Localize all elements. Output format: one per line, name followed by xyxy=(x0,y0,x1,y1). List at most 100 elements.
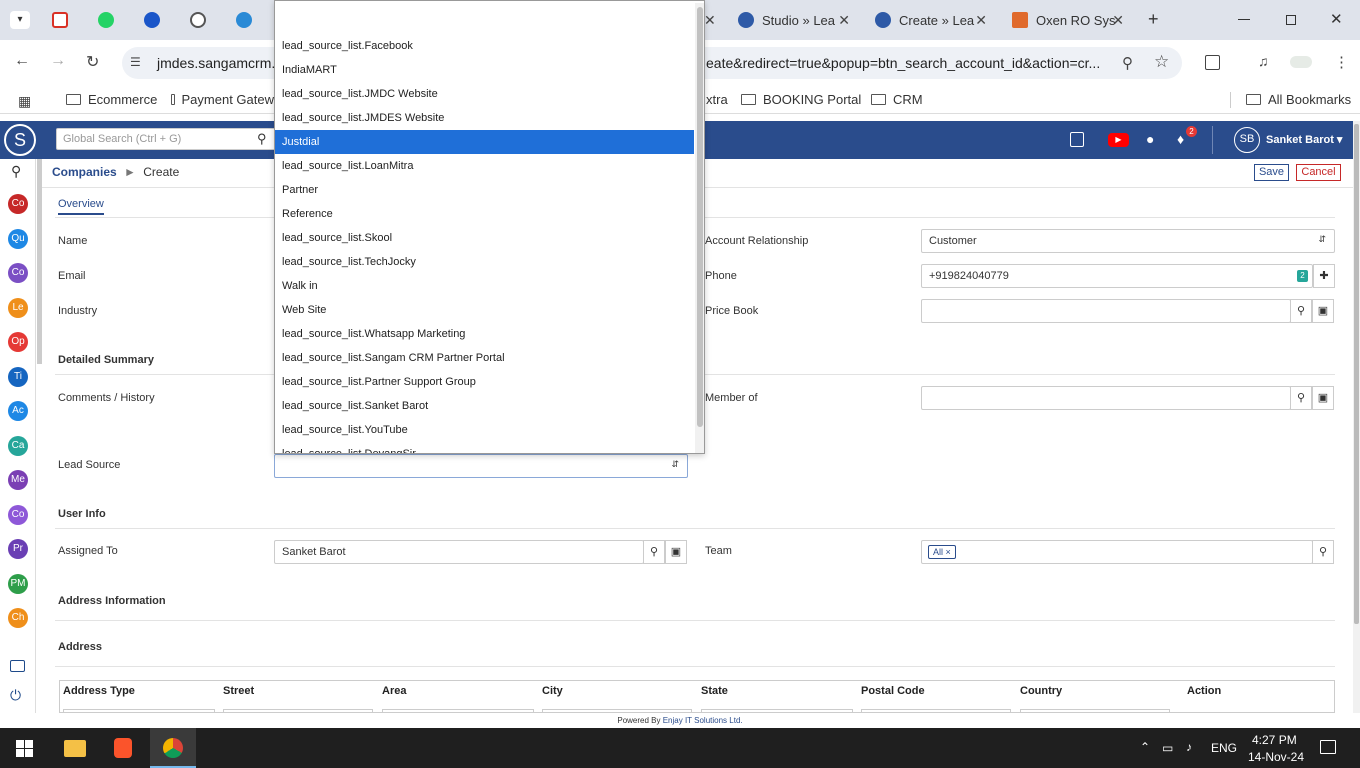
window-close-icon[interactable]: ✕ xyxy=(1330,10,1343,28)
close-icon[interactable]: ✕ xyxy=(975,12,987,29)
all-bookmarks[interactable]: All Bookmarks xyxy=(1246,92,1351,107)
search-icon[interactable]: ⚲ xyxy=(257,131,267,147)
lead-source-option[interactable]: lead_source_list.Whatsapp Marketing xyxy=(275,322,694,346)
media-icon[interactable]: ♫ xyxy=(1258,53,1269,69)
file-explorer-icon[interactable] xyxy=(64,740,86,757)
lead-source-option[interactable]: lead_source_list.YouTube xyxy=(275,418,694,442)
back-icon[interactable]: ← xyxy=(14,52,30,70)
bell-icon[interactable]: ♦ xyxy=(1177,131,1184,147)
lead-source-option[interactable]: lead_source_list.Facebook xyxy=(275,34,694,58)
lead-source-option[interactable]: Reference xyxy=(275,202,694,226)
tab-oxen[interactable]: Oxen RO Sys ✕ xyxy=(1012,7,1124,33)
chatgpt-icon[interactable] xyxy=(190,12,206,28)
sidebar-item-9[interactable]: Co xyxy=(8,504,28,525)
breadcrumb-companies[interactable]: Companies xyxy=(52,165,117,179)
lead-source-option[interactable]: lead_source_list.LoanMitra xyxy=(275,154,694,178)
lead-source-dropdown[interactable]: lead_source_list.Facebook IndiaMART lead_s… xyxy=(274,0,705,454)
sidebar-item-0[interactable]: Co xyxy=(8,194,28,214)
page-scrollbar-thumb[interactable] xyxy=(1354,124,1359,624)
sidebar-item-12[interactable]: Ch xyxy=(8,608,28,628)
price-book-field[interactable] xyxy=(921,299,1291,323)
lead-source-option[interactable]: lead_source_list.DevangSir xyxy=(275,442,694,453)
avatar[interactable]: SB xyxy=(1234,127,1260,153)
sidebar-search-icon[interactable]: ⚲ xyxy=(11,163,21,180)
apps-icon[interactable]: ▦ xyxy=(18,93,31,110)
phone-field[interactable]: +919824040779 2 xyxy=(921,264,1313,288)
site-info-icon[interactable]: ☰ xyxy=(130,55,146,69)
new-tab-button[interactable]: + xyxy=(1148,9,1159,30)
price-book-clear-icon[interactable]: ▣ xyxy=(1312,299,1334,323)
sidebar-item-5[interactable]: Ti xyxy=(8,366,28,387)
gmail-icon[interactable] xyxy=(52,12,68,28)
sidebar-item-2[interactable]: Co xyxy=(8,263,28,283)
bookmark-payment-gateway[interactable]: Payment Gatew xyxy=(171,92,274,107)
close-icon[interactable]: ✕ xyxy=(838,12,850,29)
lead-source-option[interactable]: IndiaMART xyxy=(275,58,694,82)
menu-icon[interactable]: ⋮ xyxy=(1334,53,1349,71)
clock-date[interactable]: 14-Nov-24 xyxy=(1248,750,1304,764)
member-of-search-icon[interactable]: ⚲ xyxy=(1290,386,1312,410)
forward-icon[interactable]: → xyxy=(50,52,66,70)
user-menu[interactable]: Sanket Barot ▾ xyxy=(1266,133,1342,146)
app-logo-icon[interactable]: S xyxy=(4,124,36,156)
youtube-icon[interactable]: ▶ xyxy=(1108,133,1129,147)
lead-source-option[interactable]: lead_source_list.JMDES Website xyxy=(275,106,694,130)
cancel-button[interactable]: Cancel xyxy=(1296,164,1341,181)
sidebar-item-6[interactable]: Ac xyxy=(8,401,28,421)
close-icon[interactable]: ✕ xyxy=(1112,12,1124,29)
notifications-icon[interactable] xyxy=(1320,740,1336,754)
tab-studio[interactable]: Studio » Lea ✕ xyxy=(738,7,850,33)
chat-icon[interactable] xyxy=(144,12,160,28)
bookmark-booking-portal[interactable]: BOOKING Portal xyxy=(741,92,861,107)
remove-tag-icon[interactable]: × xyxy=(946,547,951,557)
power-icon[interactable]: ⏻ xyxy=(10,687,21,704)
bookmark-extra[interactable]: xtra xyxy=(706,92,728,107)
volume-icon[interactable]: ♪ xyxy=(1186,740,1192,754)
sidebar-item-8[interactable]: Me xyxy=(8,470,28,490)
zoom-icon[interactable]: ⚲ xyxy=(1122,54,1133,72)
windows-start-icon[interactable] xyxy=(16,740,33,757)
sidebar-item-7[interactable]: Ca xyxy=(8,435,28,456)
lead-source-option[interactable]: lead_source_list.Sanket Barot xyxy=(275,394,694,418)
lead-source-option[interactable]: Web Site xyxy=(275,298,694,322)
tab-create[interactable]: Create » Lea ✕ xyxy=(875,7,987,33)
member-of-field[interactable] xyxy=(921,386,1291,410)
minimize-icon[interactable] xyxy=(1238,19,1250,20)
sidebar-item-4[interactable]: Op xyxy=(8,332,28,352)
bookmark-star-icon[interactable]: ☆ xyxy=(1154,52,1169,72)
reload-icon[interactable]: ↻ xyxy=(86,52,99,72)
sidebar-item-1[interactable]: Qu xyxy=(8,228,28,249)
tab-search-icon[interactable]: ▾ xyxy=(10,11,30,29)
tab-overview[interactable]: Overview xyxy=(58,198,104,215)
lead-source-option[interactable] xyxy=(275,10,694,34)
assigned-to-clear-icon[interactable]: ▣ xyxy=(665,540,687,564)
add-phone-button[interactable]: ✚ xyxy=(1313,264,1335,288)
keyboard-icon[interactable] xyxy=(10,660,25,672)
sidebar-item-10[interactable]: Pr xyxy=(8,539,28,559)
tab-close-icon[interactable]: ✕ xyxy=(704,12,716,29)
docs-search-icon[interactable] xyxy=(1070,132,1084,147)
member-of-clear-icon[interactable]: ▣ xyxy=(1312,386,1334,410)
lead-source-option[interactable]: lead_source_list.Partner Support Group xyxy=(275,370,694,394)
team-search-icon[interactable]: ⚲ xyxy=(1312,540,1334,564)
lead-source-option[interactable]: lead_source_list.JMDC Website xyxy=(275,82,694,106)
lead-source-option[interactable]: Walk in xyxy=(275,274,694,298)
language-indicator[interactable]: ENG xyxy=(1211,741,1237,755)
extensions-icon[interactable] xyxy=(1205,55,1220,70)
brave-icon[interactable] xyxy=(114,738,132,758)
lead-source-option[interactable]: lead_source_list.TechJocky xyxy=(275,250,694,274)
lead-source-option[interactable]: lead_source_list.Sangam CRM Partner Port… xyxy=(275,346,694,370)
bookmark-crm[interactable]: CRM xyxy=(871,92,923,107)
lead-source-option[interactable]: Justdial xyxy=(275,130,694,154)
team-field[interactable]: All × xyxy=(921,540,1313,564)
network-icon[interactable]: ▭ xyxy=(1162,741,1173,755)
price-book-search-icon[interactable]: ⚲ xyxy=(1290,299,1312,323)
tray-chevron-icon[interactable]: ⌃ xyxy=(1140,740,1150,754)
clock-time[interactable]: 4:27 PM xyxy=(1252,733,1297,747)
restore-icon[interactable] xyxy=(1286,15,1296,25)
assigned-to-search-icon[interactable]: ⚲ xyxy=(643,540,665,564)
globe-icon[interactable]: ● xyxy=(1146,131,1154,147)
sidebar-item-3[interactable]: Le xyxy=(8,297,28,318)
sidebar-item-11[interactable]: PM xyxy=(8,573,28,594)
team-tag[interactable]: All × xyxy=(928,545,956,559)
